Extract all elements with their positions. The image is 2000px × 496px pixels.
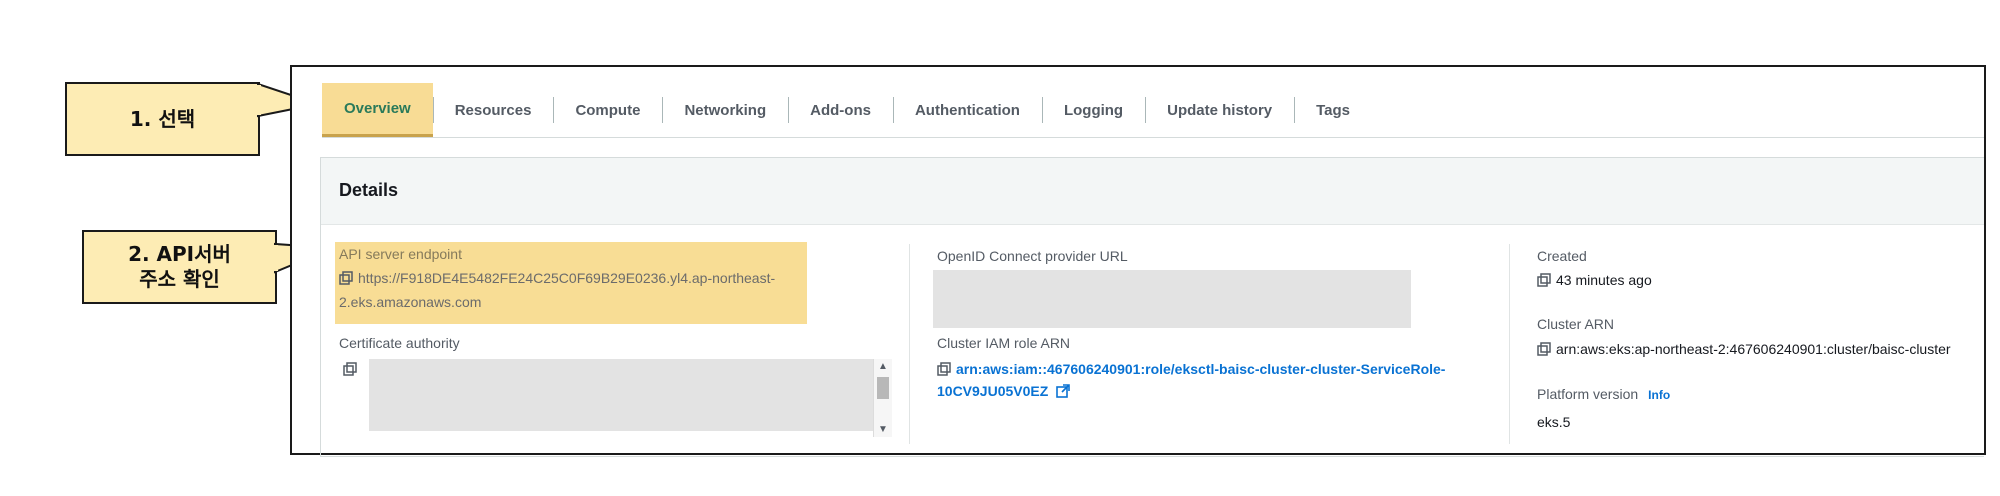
scroll-up-icon[interactable]: ▲	[878, 361, 888, 372]
tab-resources[interactable]: Resources	[432, 83, 554, 137]
callout-select-text: 1. 선택	[129, 106, 196, 131]
tab-update-history[interactable]: Update history	[1145, 83, 1294, 137]
certificate-label: Certificate authority	[339, 335, 460, 351]
eks-cluster-frame: Overview Resources Compute Networking Ad…	[290, 65, 1986, 457]
cluster-arn-value: arn:aws:eks:ap-northeast-2:467606240901:…	[1537, 341, 1951, 357]
tab-label: Logging	[1063, 101, 1124, 119]
tab-label: Authentication	[914, 101, 1020, 119]
tab-authentication[interactable]: Authentication	[892, 83, 1042, 137]
tab-networking[interactable]: Networking	[662, 83, 788, 137]
callout-select: 1. 선택	[65, 82, 260, 156]
column-divider	[1509, 244, 1510, 444]
tab-overview[interactable]: Overview	[322, 83, 433, 137]
callout-api-server: 2. API서버 주소 확인	[82, 230, 277, 304]
tab-tags[interactable]: Tags	[1294, 83, 1372, 137]
scroll-down-icon[interactable]: ▼	[878, 424, 888, 435]
tab-label: Networking	[684, 101, 767, 119]
created-label: Created	[1537, 248, 1587, 264]
api-endpoint-label: API server endpoint	[339, 246, 462, 262]
copy-icon[interactable]	[1537, 342, 1551, 356]
tab-label: Compute	[575, 101, 641, 119]
tab-label: Overview	[344, 100, 411, 117]
oidc-value-redacted	[933, 270, 1411, 328]
platform-version-value: eks.5	[1537, 414, 1571, 430]
cluster-arn-text: arn:aws:eks:ap-northeast-2:467606240901:…	[1556, 341, 1951, 357]
tab-label: Tags	[1316, 101, 1351, 119]
tab-bar: Overview Resources Compute Networking Ad…	[322, 83, 1372, 137]
tabs-divider	[322, 137, 1984, 138]
tab-label: Add-ons	[810, 101, 871, 119]
platform-version-text: Platform version	[1537, 386, 1639, 402]
column-divider	[909, 244, 910, 444]
cluster-arn-label: Cluster ARN	[1537, 316, 1615, 332]
certificate-textarea[interactable]	[369, 359, 873, 431]
scroll-thumb[interactable]	[877, 377, 889, 399]
callout-api-line1: 2. API서버	[128, 242, 231, 266]
copy-icon[interactable]	[937, 362, 951, 376]
tab-label: Update history	[1167, 101, 1273, 119]
external-link-icon[interactable]	[1056, 384, 1070, 398]
iam-role-link-line2[interactable]: 10CV9JU05V0EZ	[937, 383, 1048, 399]
copy-icon[interactable]	[339, 271, 353, 285]
api-endpoint-line2: 2.eks.amazonaws.com	[339, 294, 482, 310]
platform-version-label: Platform version Info	[1537, 386, 1670, 402]
copy-icon[interactable]	[1537, 273, 1551, 287]
details-panel: Details API server endpoint https://F918…	[320, 157, 1984, 457]
iam-role-value[interactable]: arn:aws:iam::467606240901:role/eksctl-ba…	[937, 358, 1445, 402]
api-endpoint-line1: https://F918DE4E5482FE24C25C0F69B29E0236…	[358, 270, 776, 286]
callout-api-line2: 주소 확인	[139, 267, 220, 291]
api-endpoint-value[interactable]: https://F918DE4E5482FE24C25C0F69B29E0236…	[339, 266, 809, 314]
tab-logging[interactable]: Logging	[1041, 83, 1145, 137]
created-text: 43 minutes ago	[1556, 272, 1652, 288]
copy-icon[interactable]	[343, 362, 357, 376]
iam-role-label: Cluster IAM role ARN	[937, 335, 1071, 351]
tab-compute[interactable]: Compute	[553, 83, 662, 137]
api-endpoint-block: API server endpoint https://F918DE4E5482…	[339, 242, 809, 314]
created-value: 43 minutes ago	[1537, 272, 1652, 288]
tab-add-ons[interactable]: Add-ons	[788, 83, 893, 137]
oidc-label: OpenID Connect provider URL	[937, 248, 1128, 264]
details-header: Details	[321, 158, 1984, 225]
iam-role-link-line1[interactable]: arn:aws:iam::467606240901:role/eksctl-ba…	[956, 361, 1445, 377]
tab-label: Resources	[454, 101, 532, 119]
platform-info-link[interactable]: Info	[1648, 388, 1670, 402]
certificate-scrollbar[interactable]: ▲ ▼	[873, 359, 892, 437]
details-title: Details	[339, 180, 399, 200]
